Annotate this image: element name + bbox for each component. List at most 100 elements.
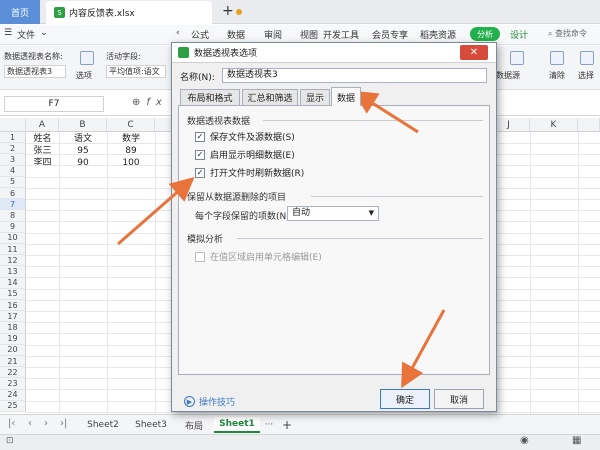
cell-b2[interactable]: 95 <box>59 145 107 157</box>
menu-item-data[interactable]: 数据 <box>227 28 245 41</box>
tab-display[interactable]: 显示 <box>300 89 330 105</box>
tab-totals-filters[interactable]: 汇总和筛选 <box>242 89 298 105</box>
sheet-tab-sheet2[interactable]: Sheet2 <box>82 417 124 433</box>
tab-layout-format[interactable]: 布局和格式 <box>180 89 240 105</box>
row-header[interactable]: 21 <box>0 356 26 368</box>
menu-item-developer[interactable]: 开发工具 <box>323 28 359 41</box>
chevron-left-icon[interactable]: ‹ <box>176 28 180 38</box>
home-tab[interactable]: 首页 <box>0 0 40 24</box>
cell-a2[interactable]: 张三 <box>26 145 59 157</box>
menu-item-member[interactable]: 会员专享 <box>372 28 408 41</box>
row-header[interactable]: 3 <box>0 154 26 166</box>
sheet-tab-sheet1[interactable]: Sheet1 <box>214 417 260 433</box>
normal-view-icon[interactable]: ▦ <box>572 435 581 446</box>
macro-icon[interactable]: ⊡ <box>6 436 14 446</box>
row-header[interactable]: 4 <box>0 165 26 177</box>
row-header[interactable]: 14 <box>0 277 26 289</box>
search-command[interactable]: ⌕ 查找命令 <box>548 28 587 39</box>
row-header[interactable]: 2 <box>0 143 26 155</box>
col-header-a[interactable]: A <box>26 118 59 132</box>
row-header[interactable]: 8 <box>0 210 26 222</box>
row-header[interactable]: 9 <box>0 221 26 233</box>
tips-link[interactable]: ▶ 操作技巧 <box>184 395 235 408</box>
last-sheet-icon[interactable]: ›| <box>60 418 67 429</box>
row-header[interactable]: 23 <box>0 378 26 390</box>
tab-analysis[interactable]: 分析 <box>470 27 500 41</box>
cell-c2[interactable]: 89 <box>107 145 155 157</box>
search-icon: ⌕ <box>548 29 553 38</box>
col-header-more[interactable] <box>578 118 600 132</box>
new-tab-icon[interactable]: + <box>222 3 234 19</box>
checkbox-enable-details[interactable]: ✓ 启用显示明细数据(E) <box>195 148 295 161</box>
pivot-name-input[interactable]: 数据透视表3 <box>4 65 66 78</box>
first-sheet-icon[interactable]: |‹ <box>8 418 15 429</box>
menu-item-formula[interactable]: 公式 <box>191 28 209 41</box>
row-header[interactable]: 10 <box>0 232 26 244</box>
prev-sheet-icon[interactable]: ‹ <box>28 418 32 429</box>
row-header[interactable]: 24 <box>0 389 26 401</box>
row-header[interactable]: 11 <box>0 244 26 256</box>
menu-item-docer[interactable]: 稻壳资源 <box>420 28 456 41</box>
menu-item-review[interactable]: 审阅 <box>264 28 282 41</box>
row-header[interactable]: 18 <box>0 322 26 334</box>
checkbox-checked-icon[interactable]: ✓ <box>195 167 205 178</box>
row-header[interactable]: 15 <box>0 288 26 300</box>
row-header[interactable]: 19 <box>0 333 26 345</box>
checkbox-save-source[interactable]: ✓ 保存文件及源数据(S) <box>195 130 295 143</box>
more-sheets-icon[interactable]: ··· <box>262 417 276 433</box>
cell-a3[interactable]: 李四 <box>26 157 59 169</box>
col-header-c[interactable]: C <box>107 118 155 132</box>
select-button[interactable]: 选择 <box>578 70 594 81</box>
select-icon[interactable] <box>580 51 594 65</box>
row-header[interactable]: 6 <box>0 188 26 200</box>
row-header[interactable]: 17 <box>0 311 26 323</box>
datasource-button[interactable]: 数据源 <box>496 70 520 81</box>
eye-protection-icon[interactable]: ◉ <box>520 435 529 446</box>
row-header[interactable]: 13 <box>0 266 26 278</box>
sheet-tab-layout[interactable]: 布局 <box>178 417 210 433</box>
row-header[interactable]: 16 <box>0 300 26 312</box>
clear-button[interactable]: 清除 <box>549 70 565 81</box>
col-header-k[interactable]: K <box>530 118 578 132</box>
row-header[interactable]: 22 <box>0 367 26 379</box>
checkbox-save-source-label: 保存文件及源数据(S) <box>210 133 295 143</box>
checkbox-checked-icon[interactable]: ✓ <box>195 149 205 160</box>
add-sheet-icon[interactable]: + <box>280 417 294 433</box>
function-icon[interactable]: fx <box>146 97 167 108</box>
cell-c3[interactable]: 100 <box>107 157 155 169</box>
tab-data[interactable]: 数据 <box>331 87 361 106</box>
menu-file[interactable]: 文件 <box>17 28 35 41</box>
cancel-button[interactable]: 取消 <box>434 389 484 409</box>
col-header-b[interactable]: B <box>59 118 107 132</box>
chevron-down-icon[interactable]: ⌄ <box>40 28 48 41</box>
checkbox-refresh-on-open[interactable]: ✓ 打开文件时刷新数据(R) <box>195 166 304 179</box>
ok-button[interactable]: 确定 <box>380 389 430 409</box>
row-header[interactable]: 5 <box>0 176 26 188</box>
select-all-corner[interactable] <box>0 118 26 132</box>
zoom-icon[interactable]: ⊕ <box>132 97 146 108</box>
pivot-options-dialog: 数据透视表选项 ✕ 名称(N): 数据透视表3 布局和格式 汇总和筛选 显示 数… <box>171 42 497 412</box>
cell-b3[interactable]: 90 <box>59 157 107 169</box>
close-button[interactable]: ✕ <box>460 45 488 60</box>
row-header[interactable]: 25 <box>0 400 26 412</box>
row-header[interactable]: 1 <box>0 132 26 144</box>
items-per-field-select[interactable]: 自动 ▼ <box>287 206 379 221</box>
name-box[interactable]: F7 <box>4 96 104 112</box>
items-per-field-value: 自动 <box>292 208 311 218</box>
tab-design[interactable]: 设计 <box>510 28 528 41</box>
file-tab[interactable]: S 内容反馈表.xlsx <box>46 1 242 24</box>
datasource-icon[interactable] <box>510 51 524 65</box>
active-field-input[interactable]: 平均值项:语文 <box>106 65 166 78</box>
name-input[interactable]: 数据透视表3 <box>222 68 487 83</box>
sheet-tab-sheet3[interactable]: Sheet3 <box>130 417 172 433</box>
next-sheet-icon[interactable]: › <box>44 418 48 429</box>
row-header[interactable]: 7 <box>0 199 26 211</box>
checkbox-checked-icon[interactable]: ✓ <box>195 131 205 142</box>
row-header[interactable]: 12 <box>0 255 26 267</box>
hamburger-icon[interactable]: ☰ <box>4 28 12 41</box>
options-button[interactable]: 选项 <box>76 70 92 81</box>
options-icon[interactable] <box>80 51 94 65</box>
row-header[interactable]: 20 <box>0 344 26 356</box>
clear-icon[interactable] <box>550 51 564 65</box>
menu-item-view[interactable]: 视图 <box>300 28 318 41</box>
